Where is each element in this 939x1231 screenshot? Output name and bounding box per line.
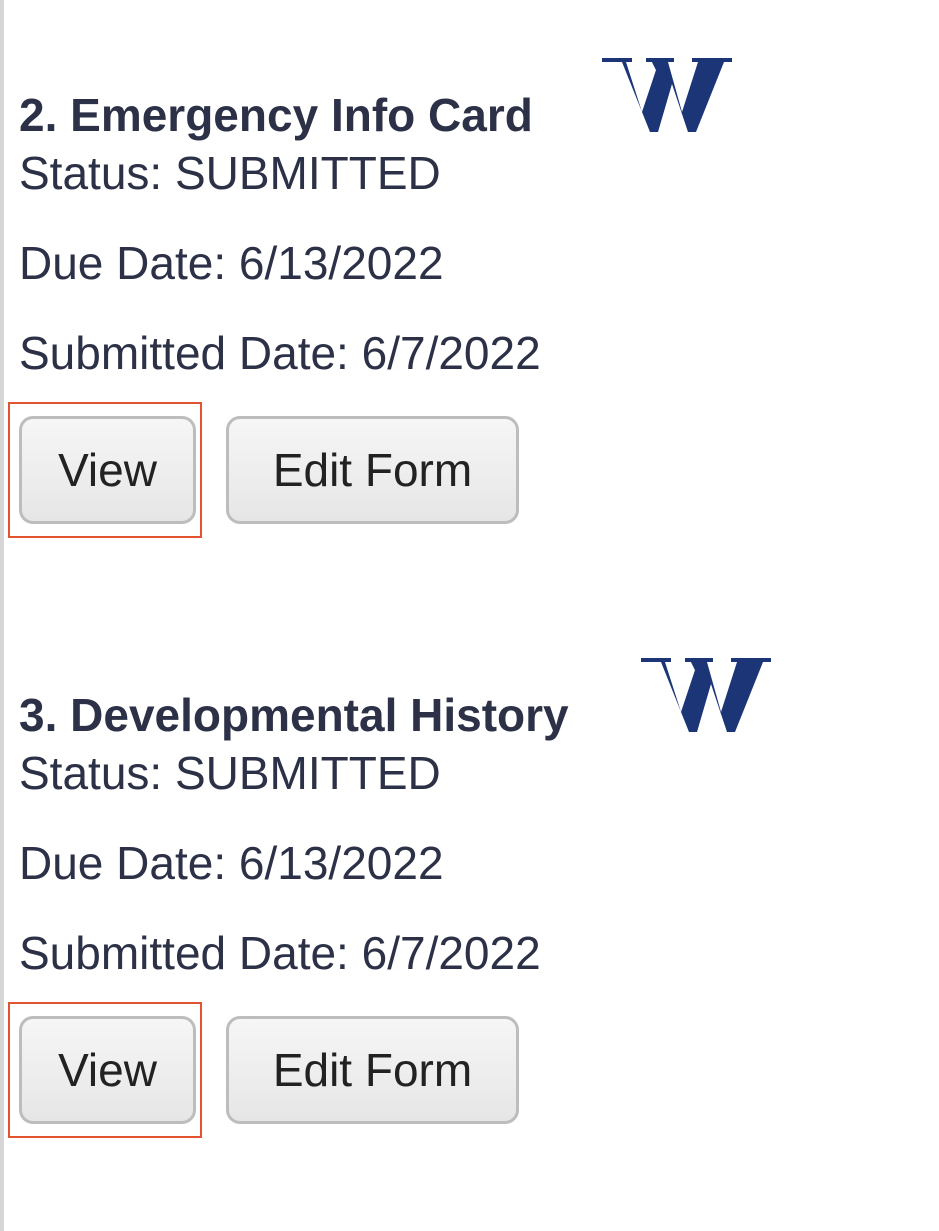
status-line: Status: SUBMITTED (19, 146, 899, 236)
view-button[interactable]: View (19, 416, 196, 524)
submitted-date-value: 6/7/2022 (361, 327, 541, 379)
status-value: SUBMITTED (174, 147, 441, 199)
due-date-value: 6/13/2022 (238, 237, 444, 289)
form-title: 3. Developmental History (19, 689, 569, 741)
form-actions: View Edit Form (8, 402, 899, 546)
status-label: Status: (19, 747, 175, 799)
due-date-line: Due Date: 6/13/2022 (19, 836, 899, 926)
due-date-value: 6/13/2022 (238, 837, 444, 889)
due-date-line: Due Date: 6/13/2022 (19, 236, 899, 326)
submitted-date-line: Submitted Date: 6/7/2022 (19, 926, 899, 1016)
due-date-label: Due Date: (19, 237, 239, 289)
form-title-row: 3. Developmental History (19, 656, 899, 746)
submitted-date-line: Submitted Date: 6/7/2022 (19, 326, 899, 416)
submitted-date-label: Submitted Date: (19, 927, 362, 979)
submitted-date-label: Submitted Date: (19, 327, 362, 379)
status-label: Status: (19, 147, 175, 199)
status-value: SUBMITTED (174, 747, 441, 799)
w-logo-icon (641, 658, 771, 732)
form-title-row: 2. Emergency Info Card (19, 56, 899, 146)
left-border (0, 0, 4, 1231)
w-logo-icon (602, 58, 732, 132)
edit-form-button[interactable]: Edit Form (226, 1016, 519, 1124)
form-item-emergency-info-card: 2. Emergency Info Card Status: SUBMITTED… (8, 56, 899, 546)
view-button[interactable]: View (19, 1016, 196, 1124)
form-actions: View Edit Form (8, 1002, 899, 1146)
edit-form-button[interactable]: Edit Form (226, 416, 519, 524)
submitted-date-value: 6/7/2022 (361, 927, 541, 979)
due-date-label: Due Date: (19, 837, 239, 889)
status-line: Status: SUBMITTED (19, 746, 899, 836)
form-item-developmental-history: 3. Developmental History Status: SUBMITT… (8, 656, 899, 1146)
form-title: 2. Emergency Info Card (19, 89, 533, 141)
